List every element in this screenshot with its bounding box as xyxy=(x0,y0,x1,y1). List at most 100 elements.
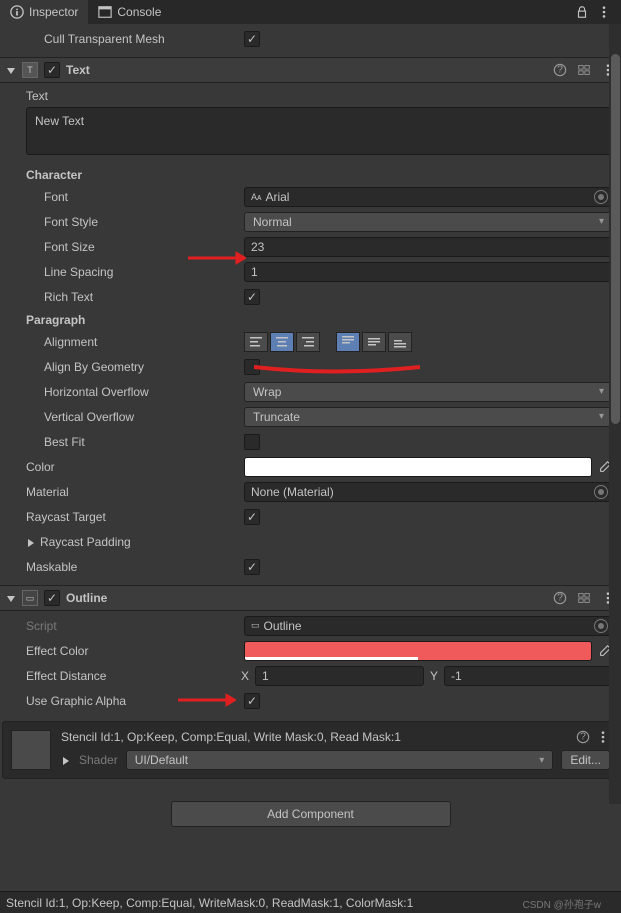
font-field[interactable]: AᴀArial xyxy=(244,187,613,207)
preset-icon[interactable] xyxy=(577,591,591,605)
svg-text:?: ? xyxy=(557,592,563,604)
script-asset-icon: ▭ xyxy=(251,620,260,631)
linespacing-label: Line Spacing xyxy=(8,265,238,279)
shader-dropdown[interactable]: UI/Default xyxy=(126,750,554,770)
text-component-header[interactable]: T Text ? xyxy=(0,57,621,83)
foldout-icon[interactable] xyxy=(6,593,16,603)
tab-inspector-label: Inspector xyxy=(29,5,78,19)
maskable-label: Maskable xyxy=(8,560,238,574)
kebab-icon[interactable] xyxy=(596,730,610,744)
cull-transparent-row: Cull Transparent Mesh xyxy=(8,26,613,51)
svg-text:?: ? xyxy=(580,731,586,743)
tab-console[interactable]: Console xyxy=(88,0,171,24)
horizontal-align-group xyxy=(244,332,320,352)
material-field[interactable]: None (Material) xyxy=(244,482,613,502)
align-right-button[interactable] xyxy=(296,332,320,352)
script-field: ▭Outline xyxy=(244,616,613,636)
usegraphicalpha-label: Use Graphic Alpha xyxy=(8,694,238,708)
alignbygeom-label: Align By Geometry xyxy=(8,360,238,374)
font-label: Font xyxy=(8,190,238,204)
preset-icon[interactable] xyxy=(577,63,591,77)
bestfit-checkbox[interactable] xyxy=(244,434,260,450)
bestfit-label: Best Fit xyxy=(8,435,238,449)
foldout-right-icon xyxy=(26,537,36,547)
effectcolor-field[interactable] xyxy=(244,641,592,661)
object-picker-icon[interactable] xyxy=(594,485,608,499)
voverflow-label: Vertical Overflow xyxy=(8,410,238,424)
shader-label: Shader xyxy=(79,753,118,767)
alignment-label: Alignment xyxy=(8,335,238,349)
svg-text:?: ? xyxy=(557,64,563,76)
material-label: Material xyxy=(8,485,238,499)
hoverflow-dropdown[interactable]: Wrap xyxy=(244,382,613,402)
character-section: Character xyxy=(8,164,613,184)
text-input[interactable]: New Text xyxy=(26,107,613,155)
cull-transparent-label: Cull Transparent Mesh xyxy=(8,32,238,46)
align-top-button[interactable] xyxy=(336,332,360,352)
inspector-content: Cull Transparent Mesh T Text ? Text New … xyxy=(0,24,621,889)
alignbygeom-checkbox[interactable] xyxy=(244,359,260,375)
y-label: Y xyxy=(428,669,440,683)
object-picker-icon xyxy=(594,619,608,633)
console-icon xyxy=(98,5,112,19)
foldout-icon[interactable] xyxy=(6,65,16,75)
raycast-target-label: Raycast Target xyxy=(8,510,238,524)
kebab-icon[interactable] xyxy=(597,5,611,19)
help-icon[interactable]: ? xyxy=(553,63,567,77)
tab-inspector[interactable]: Inspector xyxy=(0,0,88,24)
fontsize-input[interactable] xyxy=(244,237,613,257)
usegraphicalpha-checkbox[interactable] xyxy=(244,693,260,709)
paragraph-section: Paragraph xyxy=(8,309,613,329)
text-enabled-checkbox[interactable] xyxy=(44,62,60,78)
voverflow-dropdown[interactable]: Truncate xyxy=(244,407,613,427)
raycast-target-checkbox[interactable] xyxy=(244,509,260,525)
color-field[interactable] xyxy=(244,457,592,477)
tab-console-label: Console xyxy=(117,5,161,19)
outline-component-header[interactable]: ▭ Outline ? xyxy=(0,585,621,611)
help-icon[interactable]: ? xyxy=(553,591,567,605)
tab-bar: Inspector Console xyxy=(0,0,621,24)
richtext-checkbox[interactable] xyxy=(244,289,260,305)
font-asset-icon: Aᴀ xyxy=(251,192,261,202)
watermark: CSDN @孙孢子w xyxy=(523,896,602,911)
material-inspector: Stencil Id:1, Op:Keep, Comp:Equal, Write… xyxy=(2,721,619,779)
maskable-checkbox[interactable] xyxy=(244,559,260,575)
fontsize-label: Font Size xyxy=(8,240,238,254)
effectdistance-y-input[interactable] xyxy=(444,666,613,686)
scrollbar[interactable] xyxy=(609,24,621,804)
fontstyle-label: Font Style xyxy=(8,215,238,229)
effectdistance-label: Effect Distance xyxy=(8,669,233,683)
edit-button[interactable]: Edit... xyxy=(561,750,610,770)
lock-icon[interactable] xyxy=(575,5,589,19)
add-component-button[interactable]: Add Component xyxy=(171,801,451,827)
align-middle-button[interactable] xyxy=(362,332,386,352)
help-icon[interactable]: ? xyxy=(576,730,590,744)
cull-transparent-checkbox[interactable] xyxy=(244,31,260,47)
richtext-label: Rich Text xyxy=(8,290,238,304)
outline-component-title: Outline xyxy=(66,591,547,605)
material-thumbnail[interactable] xyxy=(11,730,51,770)
linespacing-input[interactable] xyxy=(244,262,613,282)
effectcolor-label: Effect Color xyxy=(8,644,238,658)
fontstyle-dropdown[interactable]: Normal xyxy=(244,212,613,232)
text-label: Text xyxy=(8,85,613,103)
foldout-right-icon[interactable] xyxy=(61,755,71,765)
stencil-line: Stencil Id:1, Op:Keep, Comp:Equal, Write… xyxy=(61,730,570,744)
align-left-button[interactable] xyxy=(244,332,268,352)
vertical-align-group xyxy=(336,332,412,352)
script-component-icon: ▭ xyxy=(22,590,38,606)
script-label: Script xyxy=(8,619,238,633)
effectdistance-x-input[interactable] xyxy=(255,666,424,686)
object-picker-icon[interactable] xyxy=(594,190,608,204)
raycast-padding-label[interactable]: Raycast Padding xyxy=(8,535,238,549)
align-center-button[interactable] xyxy=(270,332,294,352)
x-label: X xyxy=(239,669,251,683)
color-label: Color xyxy=(8,460,238,474)
info-icon xyxy=(10,5,24,19)
align-bottom-button[interactable] xyxy=(388,332,412,352)
text-component-title: Text xyxy=(66,63,547,77)
text-component-icon: T xyxy=(22,62,38,78)
status-text: Stencil Id:1, Op:Keep, Comp:Equal, Write… xyxy=(6,896,413,910)
scrollbar-thumb[interactable] xyxy=(611,54,620,424)
outline-enabled-checkbox[interactable] xyxy=(44,590,60,606)
